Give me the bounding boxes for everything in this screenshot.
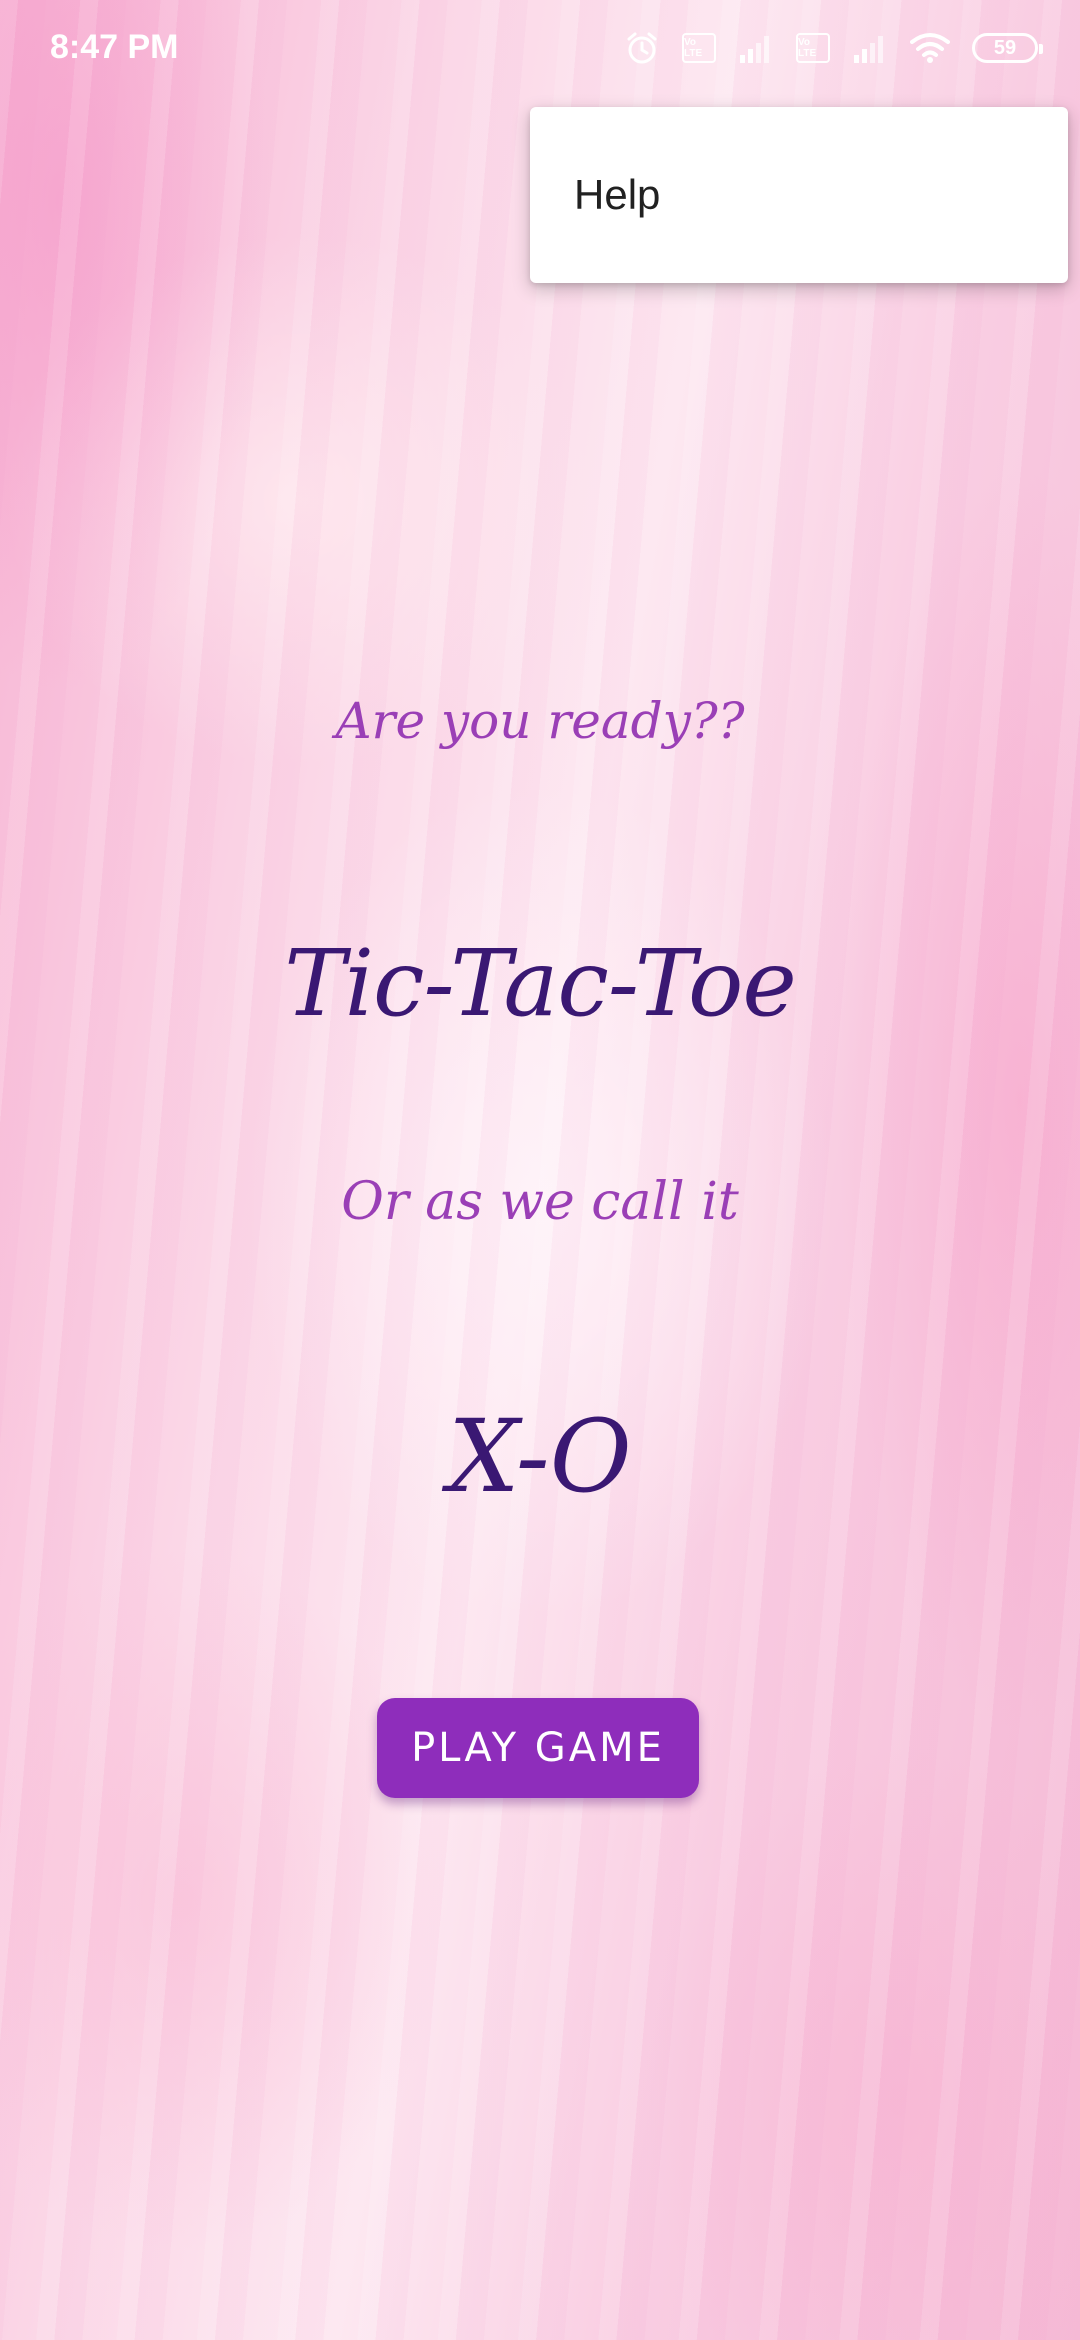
subtitle-text: Or as we call it: [341, 1172, 739, 1232]
game-short-name: X-O: [448, 1398, 632, 1515]
play-game-button[interactable]: PLAY GAME: [377, 1698, 699, 1798]
game-title: Tic-Tac-Toe: [284, 930, 797, 1037]
alarm-icon: [624, 30, 660, 66]
status-time: 8:47 PM: [50, 28, 179, 66]
ready-text: Are you ready??: [335, 692, 745, 750]
play-game-button-label: PLAY GAME: [411, 1725, 665, 1771]
wifi-icon: [910, 32, 950, 64]
volte-icon: Vo LTE: [682, 33, 716, 63]
overflow-menu: Help: [530, 107, 1068, 283]
signal-icon: [738, 33, 774, 63]
volte-icon: Vo LTE: [796, 33, 830, 63]
status-bar: 8:47 PM Vo LTE Vo LTE 59: [0, 0, 1080, 96]
menu-item-help[interactable]: Help: [530, 107, 1068, 283]
signal-icon: [852, 33, 888, 63]
battery-level: 59: [993, 36, 1017, 59]
background-texture: [0, 0, 1080, 2340]
battery-icon: 59: [972, 33, 1043, 63]
menu-item-help-label: Help: [574, 171, 661, 218]
status-icons: Vo LTE Vo LTE 59: [624, 28, 1043, 68]
